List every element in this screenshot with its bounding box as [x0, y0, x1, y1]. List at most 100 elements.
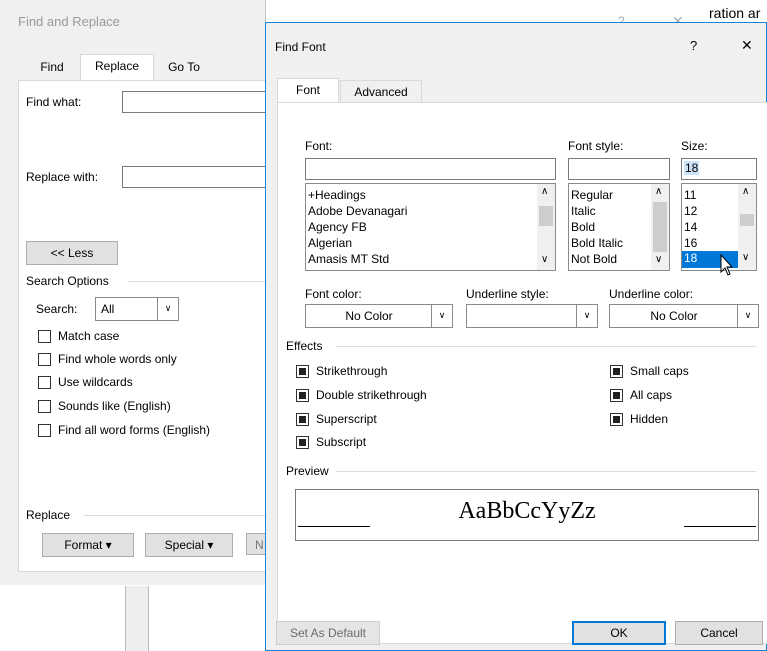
scrollbar[interactable]: ∧ ∨ [651, 184, 669, 270]
tab-goto[interactable]: Go To [154, 56, 214, 80]
underline-style-select[interactable]: ∨ [466, 304, 598, 328]
replace-with-label: Replace with: [26, 170, 99, 184]
style-list-item[interactable]: Regular [571, 188, 613, 202]
underline-color-label: Underline color: [609, 287, 694, 301]
scrollbar-thumb[interactable] [740, 214, 754, 226]
wildcards-checkbox[interactable] [38, 376, 51, 389]
document-text: ration ar [709, 5, 761, 21]
match-case-checkbox[interactable] [38, 330, 51, 343]
set-as-default-button[interactable]: Set As Default [276, 621, 380, 645]
divider [336, 471, 756, 472]
font-list-item[interactable]: Agency FB [308, 220, 367, 234]
divider [336, 346, 756, 347]
subscript-checkbox[interactable] [296, 436, 309, 449]
preview-underline-right [684, 526, 756, 527]
size-list-item[interactable]: 14 [684, 220, 697, 234]
size-list-item[interactable]: 11 [684, 188, 696, 202]
font-style-label: Font style: [568, 139, 624, 153]
font-label: Font: [305, 139, 333, 153]
scrollbar-thumb[interactable] [539, 206, 553, 226]
find-what-label: Find what: [26, 95, 82, 109]
font-color-label: Font color: [305, 287, 362, 301]
replace-with-input[interactable] [122, 166, 274, 188]
chevron-up-icon[interactable]: ∧ [541, 186, 548, 197]
chevron-up-icon[interactable]: ∧ [655, 186, 662, 197]
whole-words-label: Find whole words only [58, 352, 177, 366]
all-caps-checkbox[interactable] [610, 389, 623, 402]
double-strikethrough-label: Double strikethrough [316, 388, 427, 402]
subscript-label: Subscript [316, 435, 367, 449]
hidden-label: Hidden [630, 412, 669, 426]
chevron-down-icon[interactable]: ∨ [576, 305, 597, 327]
font-style-list[interactable]: Regular Italic Bold Bold Italic Not Bold… [568, 183, 670, 271]
preview-label: Preview [286, 464, 329, 478]
match-case-label: Match case [58, 329, 120, 343]
tab-font[interactable]: Font [277, 78, 339, 104]
replace-panel [18, 80, 279, 572]
chevron-down-icon[interactable]: ∨ [157, 298, 178, 320]
strikethrough-checkbox[interactable] [296, 365, 309, 378]
chevron-down-icon[interactable]: ∨ [431, 305, 452, 327]
size-input[interactable]: 18 [681, 158, 757, 180]
cancel-button[interactable]: Cancel [675, 621, 763, 645]
dialog-title: Find Font [275, 40, 326, 54]
search-label: Search: [36, 302, 78, 316]
wildcards-label: Use wildcards [58, 375, 133, 389]
double-strikethrough-checkbox[interactable] [296, 389, 309, 402]
sounds-like-label: Sounds like (English) [58, 399, 171, 413]
style-list-item[interactable]: Bold [571, 220, 595, 234]
hidden-checkbox[interactable] [610, 413, 623, 426]
ok-button[interactable]: OK [572, 621, 666, 645]
find-what-input[interactable] [122, 91, 274, 113]
effects-label: Effects [286, 339, 323, 353]
font-color-select[interactable]: No Color ∨ [305, 304, 453, 328]
superscript-label: Superscript [316, 412, 377, 426]
scrollbar-thumb[interactable] [653, 202, 667, 252]
preview-text: AaBbCcYyZz [458, 498, 596, 524]
scrollbar[interactable]: ∧ ∨ [537, 184, 555, 270]
all-caps-label: All caps [630, 388, 673, 402]
tab-advanced[interactable]: Advanced [340, 80, 422, 103]
underline-color-value: No Color [650, 309, 698, 323]
search-options-label: Search Options [26, 274, 109, 288]
background-scroll-strip [125, 586, 149, 651]
close-icon[interactable]: ✕ [741, 37, 753, 54]
replace-section-label: Replace [26, 508, 71, 522]
font-color-value: No Color [345, 309, 393, 323]
style-list-item[interactable]: Not Bold [571, 252, 617, 266]
font-list-item[interactable]: +Headings [308, 188, 366, 202]
search-select[interactable]: All ∨ [95, 297, 179, 321]
size-label: Size: [681, 139, 708, 153]
preview-box: AaBbCcYyZz [295, 489, 759, 541]
chevron-down-icon[interactable]: ∨ [541, 254, 548, 265]
small-caps-checkbox[interactable] [610, 365, 623, 378]
chevron-down-icon[interactable]: ∨ [737, 305, 758, 327]
chevron-down-icon[interactable]: ∨ [655, 254, 662, 265]
chevron-up-icon[interactable]: ∧ [742, 186, 749, 197]
format-button[interactable]: Format ▾ [42, 533, 134, 557]
font-input[interactable] [305, 158, 556, 180]
divider [84, 515, 269, 516]
font-style-input[interactable] [568, 158, 670, 180]
size-list-item[interactable]: 16 [684, 236, 697, 250]
underline-color-select[interactable]: No Color ∨ [609, 304, 759, 328]
scrollbar[interactable]: ∧ ∨ [738, 184, 756, 270]
style-list-item[interactable]: Bold Italic [571, 236, 623, 250]
special-button[interactable]: Special ▾ [145, 533, 233, 557]
tab-find[interactable]: Find [26, 56, 78, 80]
font-list[interactable]: +Headings Adobe Devanagari Agency FB Alg… [305, 183, 556, 271]
size-list-item[interactable]: 12 [684, 204, 697, 218]
sounds-like-checkbox[interactable] [38, 400, 51, 413]
style-list-item[interactable]: Italic [571, 204, 596, 218]
chevron-down-icon[interactable]: ∨ [742, 252, 749, 263]
font-list-item[interactable]: Adobe Devanagari [308, 204, 407, 218]
less-button[interactable]: << Less [26, 241, 118, 265]
font-list-item[interactable]: Algerian [308, 236, 352, 250]
superscript-checkbox[interactable] [296, 413, 309, 426]
help-button[interactable]: ? [690, 38, 697, 53]
whole-words-checkbox[interactable] [38, 353, 51, 366]
word-forms-checkbox[interactable] [38, 424, 51, 437]
font-list-item[interactable]: Amasis MT Std [308, 252, 389, 266]
tab-replace[interactable]: Replace [80, 54, 154, 82]
search-value: All [101, 302, 115, 316]
